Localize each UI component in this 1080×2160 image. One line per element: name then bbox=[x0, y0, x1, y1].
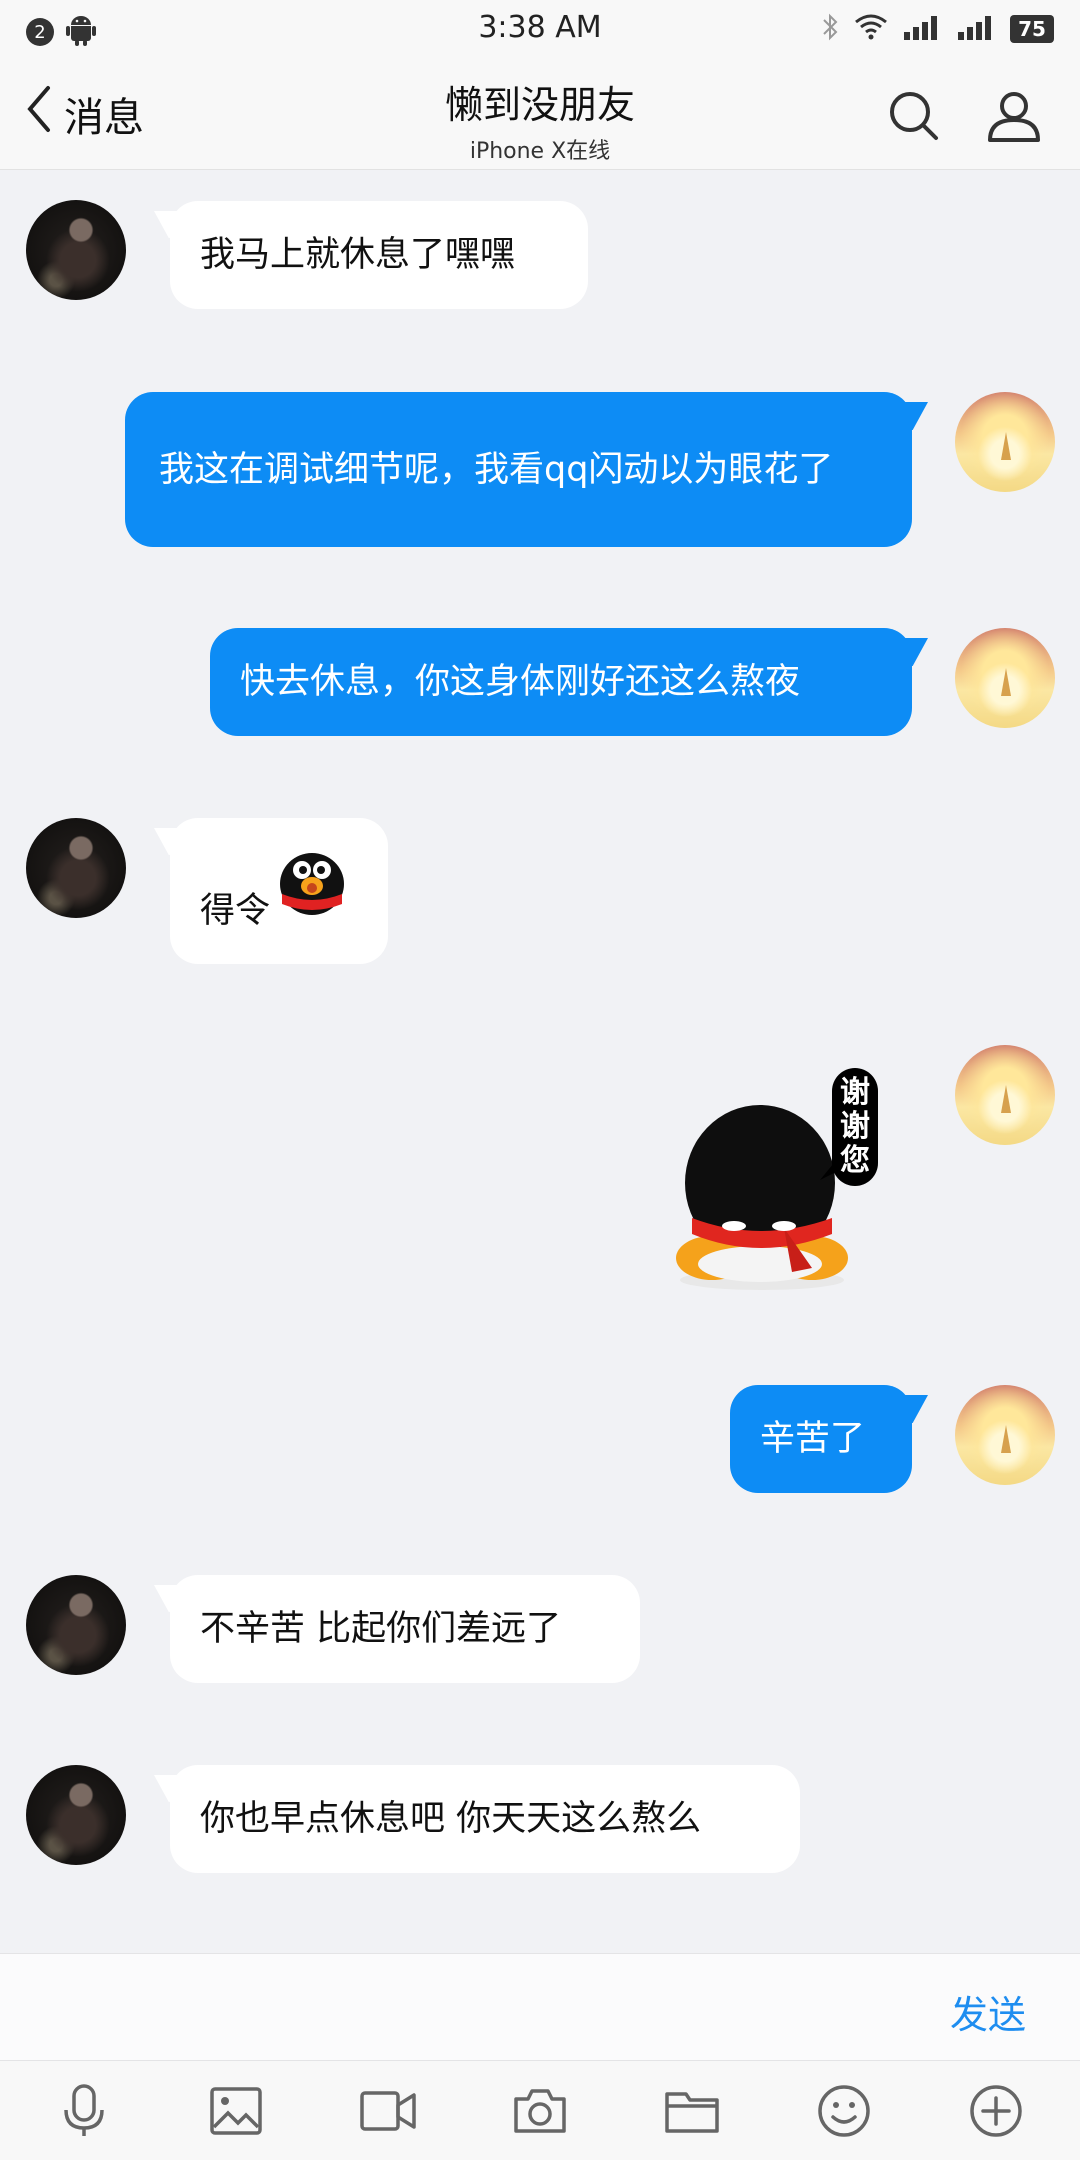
penguin-emoji-icon bbox=[276, 848, 348, 931]
more-button[interactable] bbox=[966, 2083, 1026, 2143]
message-text: 不辛苦 比起你们差远了 bbox=[200, 1609, 562, 1649]
signal-icon bbox=[902, 14, 942, 44]
message-bubble-outgoing[interactable]: 我这在调试细节呢，我看qq闪动以为眼花了 bbox=[125, 392, 912, 547]
camera-button[interactable] bbox=[510, 2083, 570, 2143]
battery-indicator: 75 bbox=[1010, 15, 1054, 43]
video-icon bbox=[360, 2089, 416, 2137]
search-button[interactable] bbox=[884, 88, 944, 148]
contact-avatar[interactable] bbox=[26, 200, 126, 300]
bluetooth-icon bbox=[820, 12, 840, 46]
message-bubble-outgoing[interactable]: 快去休息，你这身体刚好还这么熬夜 bbox=[210, 628, 912, 736]
message-bubble-incoming[interactable]: 不辛苦 比起你们差远了 bbox=[170, 1575, 640, 1683]
camera-icon bbox=[512, 2087, 568, 2139]
signal-icon-2 bbox=[956, 14, 996, 44]
message-text: 得令 bbox=[200, 891, 271, 931]
wifi-icon bbox=[854, 14, 888, 44]
send-button[interactable]: 发送 bbox=[950, 1984, 1026, 2039]
status-right: 75 bbox=[820, 12, 1054, 46]
message-input[interactable] bbox=[20, 1972, 920, 2042]
folder-icon bbox=[664, 2088, 720, 2138]
my-avatar[interactable] bbox=[955, 1385, 1055, 1485]
my-avatar[interactable] bbox=[955, 1045, 1055, 1145]
profile-button[interactable] bbox=[984, 88, 1044, 148]
my-avatar[interactable] bbox=[955, 392, 1055, 492]
contact-avatar[interactable] bbox=[26, 1575, 126, 1675]
user-icon bbox=[986, 88, 1042, 148]
message-text: 我马上就休息了嘿嘿 bbox=[200, 235, 516, 275]
sticker-text: 谢谢您 bbox=[840, 1075, 870, 1178]
plus-icon bbox=[969, 2084, 1023, 2142]
message-text: 快去休息，你这身体刚好还这么熬夜 bbox=[240, 662, 801, 702]
message-bubble-incoming[interactable]: 我马上就休息了嘿嘿 bbox=[170, 201, 588, 309]
message-text: 辛苦了 bbox=[760, 1419, 866, 1459]
video-call-button[interactable] bbox=[358, 2083, 418, 2143]
status-bar: 2 3:38 AM 75 bbox=[0, 0, 1080, 58]
chat-header: 消息 懒到没朋友 iPhone X在线 bbox=[0, 58, 1080, 170]
contact-avatar[interactable] bbox=[26, 818, 126, 918]
photo-button[interactable] bbox=[206, 2083, 266, 2143]
composer-toolbar bbox=[0, 2060, 1080, 2160]
image-icon bbox=[210, 2087, 262, 2139]
my-avatar[interactable] bbox=[955, 628, 1055, 728]
file-button[interactable] bbox=[662, 2083, 722, 2143]
emoji-icon bbox=[817, 2084, 871, 2142]
microphone-icon bbox=[62, 2084, 106, 2142]
emoji-button[interactable] bbox=[814, 2083, 874, 2143]
penguin-sticker[interactable]: 谢谢您 bbox=[672, 1068, 882, 1298]
contact-avatar[interactable] bbox=[26, 1765, 126, 1865]
voice-button[interactable] bbox=[54, 2083, 114, 2143]
message-bubble-incoming[interactable]: 你也早点休息吧 你天天这么熬么 bbox=[170, 1765, 800, 1873]
search-icon bbox=[888, 90, 940, 146]
message-text: 你也早点休息吧 你天天这么熬么 bbox=[200, 1799, 702, 1839]
message-bubble-outgoing[interactable]: 辛苦了 bbox=[730, 1385, 912, 1493]
message-bubble-incoming[interactable]: 得令 bbox=[170, 818, 388, 964]
message-composer: 发送 bbox=[0, 1953, 1080, 2060]
message-text: 我这在调试细节呢，我看qq闪动以为眼花了 bbox=[159, 449, 834, 490]
